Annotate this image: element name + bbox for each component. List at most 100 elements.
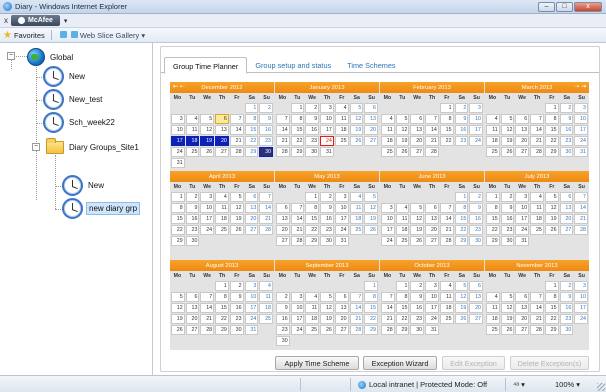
next-month-arrows-icon[interactable]: ⇢ ⇥ <box>574 83 586 90</box>
close-button[interactable]: x <box>574 2 602 12</box>
day-cell[interactable]: 6 <box>559 192 574 202</box>
day-cell[interactable]: 11 <box>381 125 395 135</box>
day-cell[interactable]: 11 <box>215 203 229 213</box>
day-cell[interactable]: 23 <box>185 225 200 235</box>
day-cell[interactable]: 18 <box>349 214 364 224</box>
day-cell[interactable]: 1 <box>215 281 229 291</box>
day-cell[interactable]: 16 <box>500 214 515 224</box>
day-cell[interactable]: 17 <box>244 303 259 313</box>
day-cell[interactable]: 6 <box>410 114 425 124</box>
day-cell[interactable]: 7 <box>425 114 439 124</box>
day-cell[interactable]: 29 <box>215 325 229 335</box>
day-cell[interactable]: 7 <box>381 292 395 302</box>
day-cell[interactable]: 1 <box>244 103 259 113</box>
day-cell[interactable]: 24 <box>334 225 349 235</box>
day-cell[interactable]: 22 <box>290 136 305 146</box>
day-cell[interactable]: 23 <box>305 136 320 146</box>
day-cell[interactable]: 4 <box>439 281 454 291</box>
day-cell[interactable]: 2 <box>410 281 425 291</box>
day-cell[interactable]: 18 <box>259 303 273 313</box>
apply-time-scheme-button[interactable]: Apply Time Scheme <box>275 356 359 370</box>
day-cell[interactable]: 28 <box>425 147 439 157</box>
day-cell[interactable]: 17 <box>515 214 530 224</box>
day-cell[interactable]: 22 <box>439 136 454 146</box>
day-cell[interactable]: 29 <box>395 325 410 335</box>
day-cell[interactable]: 18 <box>334 125 349 135</box>
day-cell[interactable]: 20 <box>334 314 349 324</box>
day-cell[interactable]: 9 <box>185 203 200 213</box>
day-cell[interactable]: 6 <box>515 292 530 302</box>
day-cell[interactable]: 19 <box>454 303 469 313</box>
day-cell[interactable]: 20 <box>185 314 200 324</box>
tree-node-new-test[interactable]: New_test <box>43 89 104 110</box>
exception-wizard-button[interactable]: Exception Wizard <box>363 356 437 370</box>
day-cell[interactable]: 19 <box>395 136 410 146</box>
day-cell[interactable]: 9 <box>500 203 515 213</box>
day-cell[interactable]: 30 <box>185 236 200 246</box>
day-cell[interactable]: 26 <box>364 225 378 235</box>
day-cell[interactable]: 18 <box>439 303 454 313</box>
day-cell[interactable]: 25 <box>349 225 364 235</box>
day-cell[interactable]: 13 <box>515 125 530 135</box>
day-cell[interactable]: 14 <box>530 125 544 135</box>
day-cell[interactable]: 23 <box>276 325 290 335</box>
day-cell[interactable]: 3 <box>200 192 215 202</box>
day-cell[interactable]: 9 <box>469 203 483 213</box>
day-cell[interactable]: 21 <box>439 225 454 235</box>
day-cell[interactable]: 13 <box>276 214 290 224</box>
day-cell[interactable]: 21 <box>530 136 544 146</box>
day-cell[interactable]: 20 <box>215 136 229 146</box>
day-cell[interactable]: 23 <box>559 136 574 146</box>
day-cell[interactable]: 5 <box>171 292 185 302</box>
day-cell[interactable]: 15 <box>290 125 305 135</box>
day-cell[interactable]: 19 <box>410 225 425 235</box>
day-cell[interactable]: 26 <box>500 147 515 157</box>
day-cell[interactable]: 3 <box>515 192 530 202</box>
day-cell[interactable]: 3 <box>574 103 588 113</box>
day-cell[interactable]: 30 <box>559 325 574 335</box>
day-cell[interactable]: 22 <box>454 225 469 235</box>
day-cell[interactable]: 27 <box>244 225 259 235</box>
tab-time-schemes[interactable]: Time Schemes <box>339 57 403 73</box>
day-cell[interactable]: 29 <box>244 147 259 157</box>
day-cell[interactable]: 4 <box>334 103 349 113</box>
day-cell[interactable]: 12 <box>544 203 559 213</box>
tab-group-time-planner[interactable]: Group Time Planner <box>164 57 248 74</box>
day-cell[interactable]: 17 <box>200 214 215 224</box>
day-cell[interactable]: 4 <box>259 281 273 291</box>
day-cell[interactable]: 12 <box>200 125 215 135</box>
day-cell[interactable]: 22 <box>171 225 185 235</box>
day-cell[interactable]: 17 <box>290 314 305 324</box>
day-cell[interactable]: 30 <box>305 147 320 157</box>
day-cell[interactable]: 7 <box>439 203 454 213</box>
day-cell[interactable]: 7 <box>530 292 544 302</box>
day-cell[interactable]: 8 <box>544 114 559 124</box>
day-cell[interactable]: 5 <box>349 103 364 113</box>
day-cell[interactable]: 5 <box>454 281 469 291</box>
day-cell[interactable]: 12 <box>500 303 515 313</box>
day-cell[interactable]: 5 <box>320 292 334 302</box>
day-cell[interactable]: 14 <box>530 303 544 313</box>
day-cell[interactable]: 22 <box>215 314 229 324</box>
day-cell[interactable]: 16 <box>320 214 334 224</box>
day-cell[interactable]: 11 <box>530 203 544 213</box>
day-cell[interactable]: 2 <box>320 192 334 202</box>
day-cell[interactable]: 19 <box>229 214 244 224</box>
tree-node-new[interactable]: New <box>43 66 87 87</box>
day-cell[interactable]: 10 <box>425 292 439 302</box>
day-cell[interactable]: 1 <box>171 192 185 202</box>
day-cell[interactable]: 25 <box>395 236 410 246</box>
day-cell[interactable]: 29 <box>290 147 305 157</box>
day-cell[interactable]: 1 <box>364 281 378 291</box>
day-cell[interactable]: 20 <box>276 225 290 235</box>
day-cell[interactable]: 27 <box>515 325 530 335</box>
day-cell[interactable]: 24 <box>515 225 530 235</box>
day-cell[interactable]: 23 <box>410 314 425 324</box>
day-cell[interactable]: 28 <box>290 236 305 246</box>
day-cell[interactable]: 31 <box>574 147 588 157</box>
day-cell[interactable]: 13 <box>185 303 200 313</box>
day-cell[interactable]: 31 <box>244 325 259 335</box>
day-cell[interactable]: 8 <box>395 292 410 302</box>
day-cell[interactable]: 15 <box>544 125 559 135</box>
day-cell[interactable]: 12 <box>320 303 334 313</box>
